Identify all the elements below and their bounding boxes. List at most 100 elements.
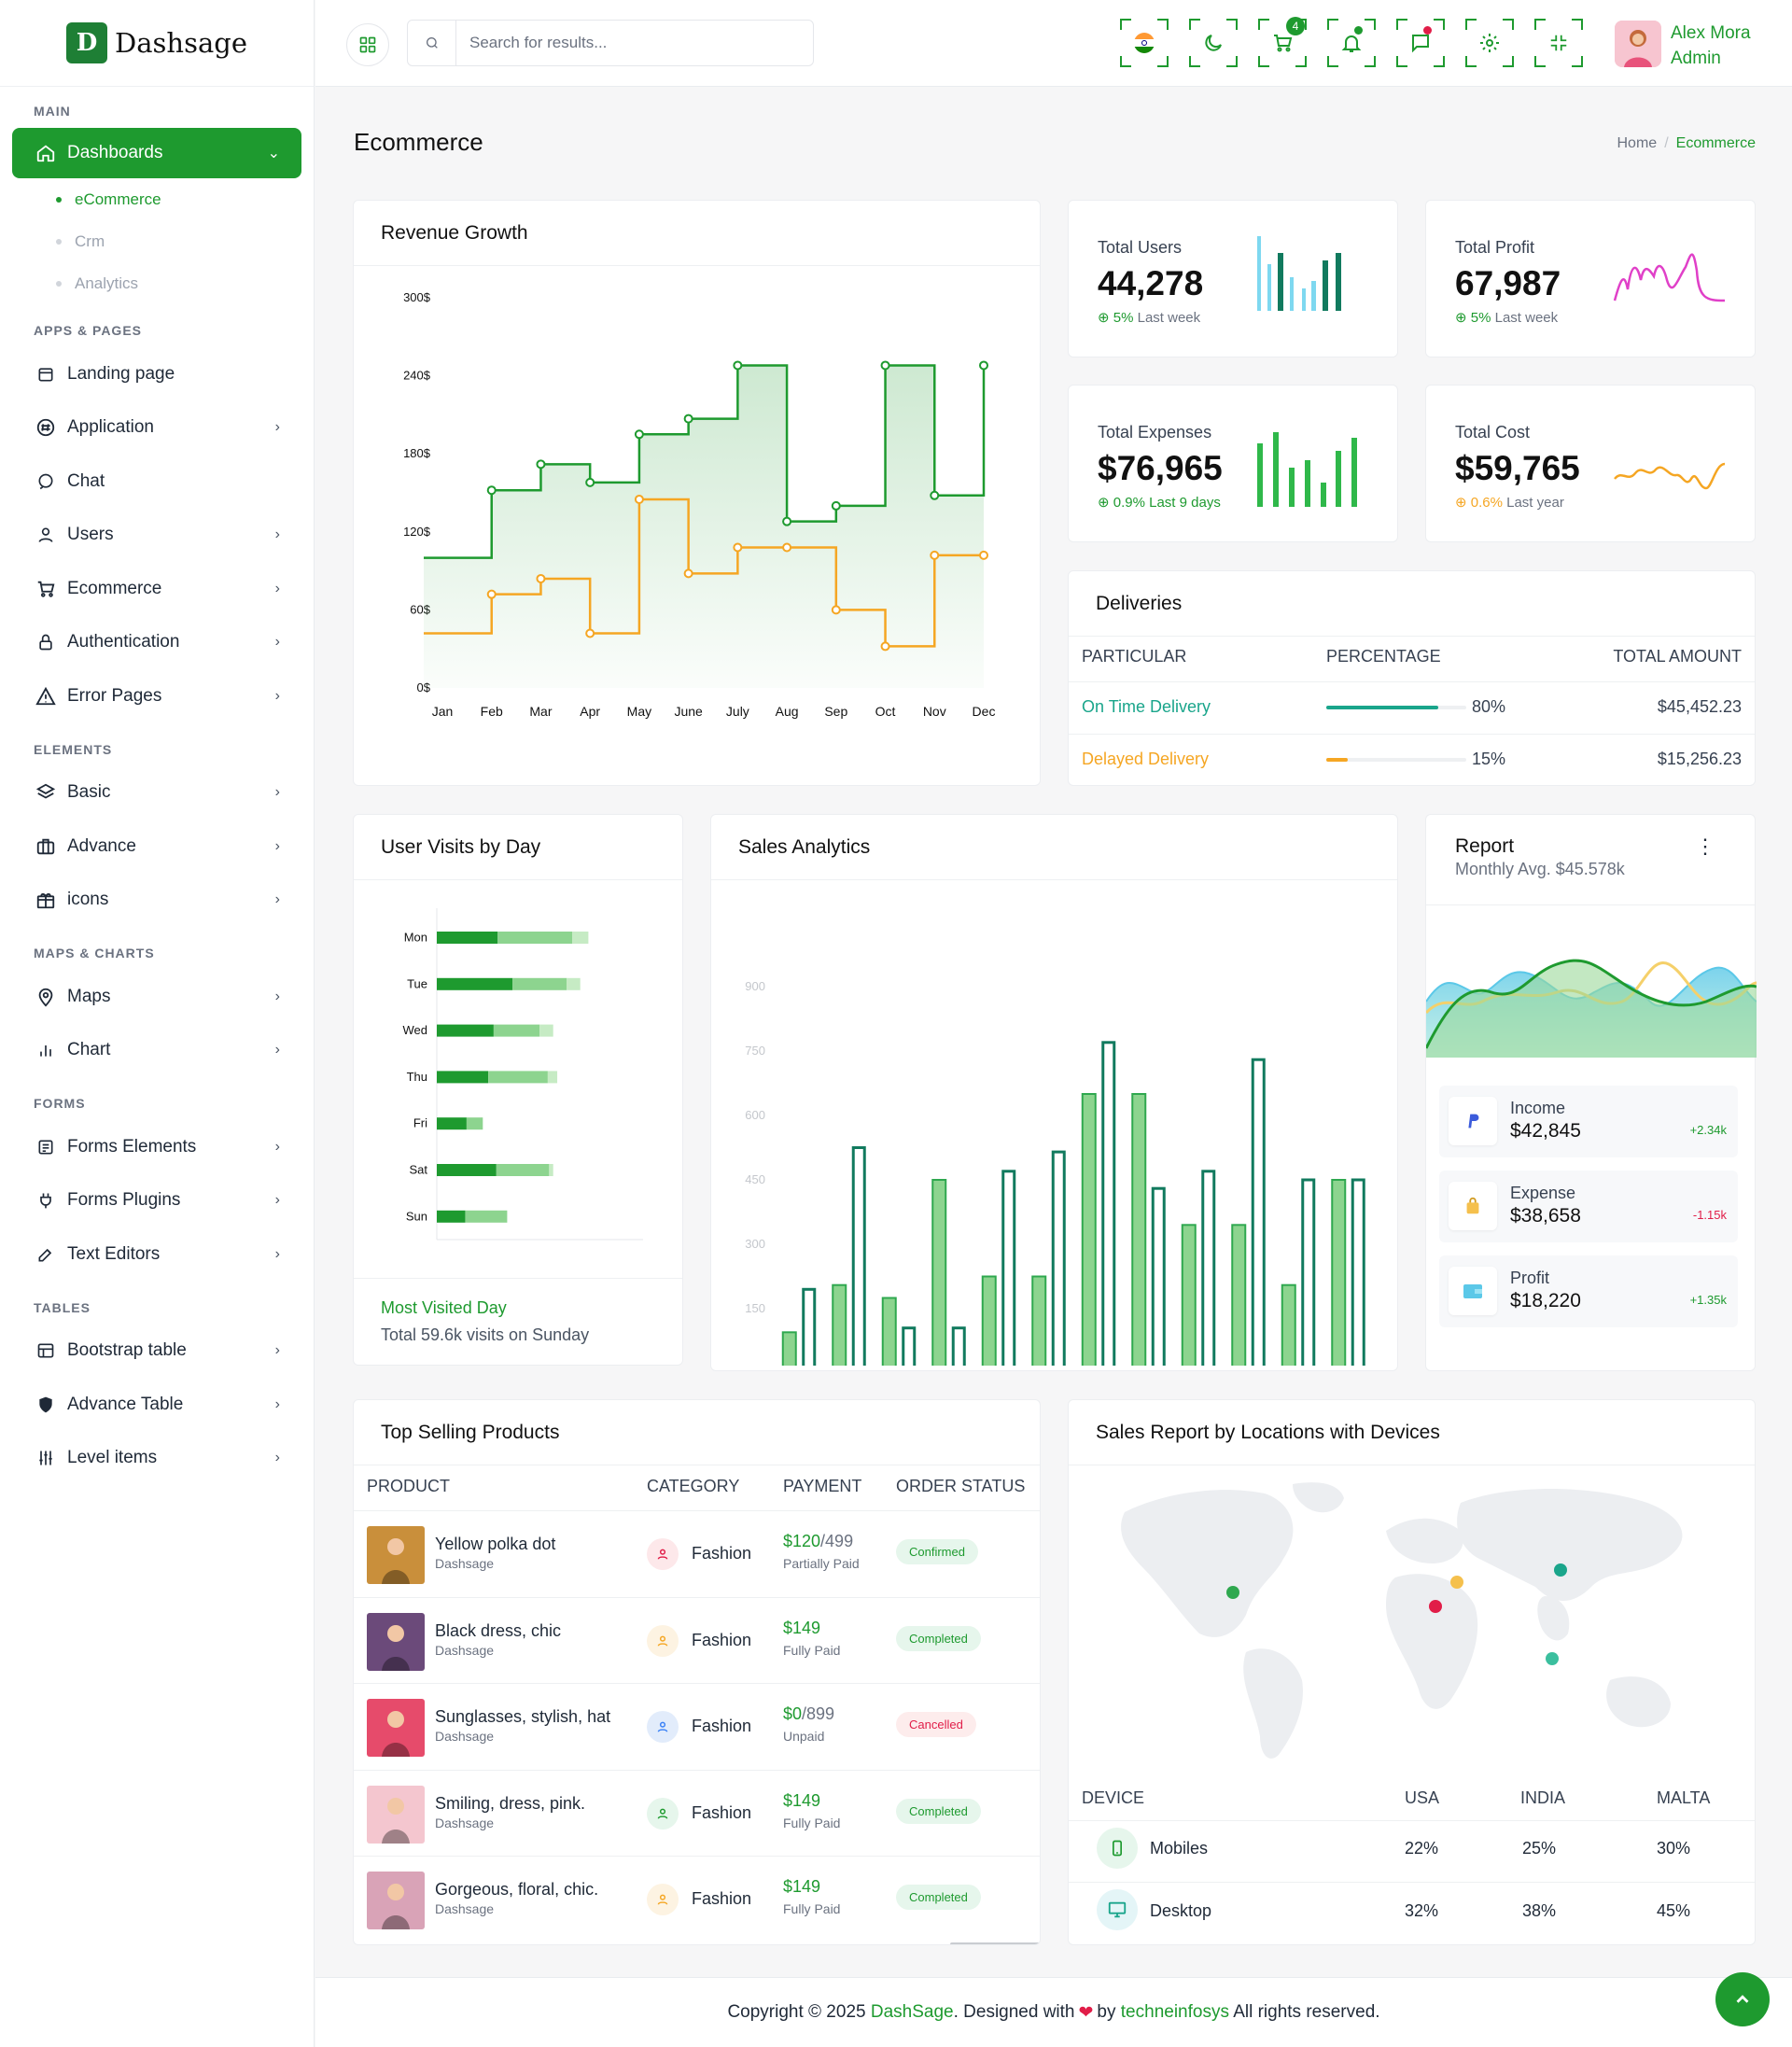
moon-icon: [1205, 35, 1222, 51]
chevron-right-icon: ›: [274, 891, 280, 908]
sidebar-item-users[interactable]: Users ›: [0, 509, 314, 563]
sales-bar: [1331, 1179, 1347, 1374]
sidebar-sub-analytics[interactable]: Analytics: [0, 262, 314, 304]
sidebar-item-advance[interactable]: Advance ›: [0, 820, 314, 874]
sidebar-item-chart[interactable]: Chart ›: [0, 1024, 314, 1078]
avatar[interactable]: [1615, 21, 1661, 67]
sidebar-sub-crm[interactable]: Crm: [0, 220, 314, 262]
sidebar-sub-label: Analytics: [75, 273, 139, 292]
world-map[interactable]: [1106, 1475, 1713, 1774]
malta-value: 30%: [1657, 1839, 1691, 1858]
fullscreen-button[interactable]: [1534, 19, 1583, 67]
table-row[interactable]: Yellow polka dot Dashsage Fashion $120/4…: [354, 1510, 1040, 1596]
cart-count-badge: 4: [1286, 17, 1305, 35]
visits-bar: [572, 932, 589, 944]
settings-button[interactable]: [1465, 19, 1514, 67]
col-header-product: PRODUCT: [367, 1477, 450, 1495]
logo-text: Dashsage: [115, 27, 247, 59]
sidebar-item-label: Maps: [67, 986, 111, 1006]
grid-menu-button[interactable]: [346, 23, 389, 66]
x-tick-label: Mar: [529, 704, 552, 719]
sidebar-item-level-items[interactable]: Level items ›: [0, 1432, 314, 1486]
sales-bar: [902, 1326, 917, 1375]
y-tick-label: 300: [745, 1237, 765, 1251]
sales-bar: [931, 1179, 947, 1374]
report-item-value: $18,220: [1510, 1290, 1581, 1311]
chevron-right-icon: ›: [274, 687, 280, 704]
sidebar-item-label: Authentication: [67, 632, 180, 652]
cart-button[interactable]: 4: [1258, 17, 1307, 67]
day-label: Sun: [406, 1209, 427, 1223]
visits-bar: [497, 932, 572, 944]
delivery-name: On Time Delivery: [1082, 697, 1211, 716]
sidebar-item-basic[interactable]: Basic ›: [0, 766, 314, 820]
visits-bar: [437, 932, 498, 944]
sidebar-item-maps[interactable]: Maps ›: [0, 970, 314, 1024]
y-tick-label: 180$: [403, 446, 431, 460]
visits-bar: [466, 1117, 483, 1130]
product-name[interactable]: Black dress, chic: [435, 1621, 561, 1641]
footer-brand-link[interactable]: DashSage: [871, 2002, 954, 2023]
theme-toggle-button[interactable]: [1189, 19, 1238, 67]
table-row[interactable]: Sunglasses, stylish, hat Dashsage Fashio…: [354, 1683, 1040, 1769]
report-card: Report Monthly Avg. $45.578k ⋮ Income $4…: [1425, 814, 1757, 1371]
notifications-button[interactable]: [1327, 19, 1376, 67]
product-name[interactable]: Gorgeous, floral, chic.: [435, 1880, 598, 1900]
sidebar-item-icons[interactable]: icons ›: [0, 874, 314, 928]
day-label: Thu: [407, 1070, 427, 1084]
product-thumbnail: [367, 1872, 425, 1930]
data-point: [831, 605, 841, 615]
x-tick-label: Nov: [923, 704, 946, 719]
sidebar-item-text-editors[interactable]: Text Editors ›: [0, 1227, 314, 1282]
x-tick-label: Sep: [824, 704, 847, 719]
sidebar-item-dashboards[interactable]: Dashboards ⌄: [12, 128, 301, 178]
table-row[interactable]: Black dress, chic Dashsage Fashion $149 …: [354, 1596, 1040, 1683]
scroll-to-top-button[interactable]: [1715, 1972, 1770, 2026]
category-icon: [647, 1884, 679, 1916]
sidebar-item-forms-plugins[interactable]: Forms Plugins ›: [0, 1174, 314, 1228]
sidebar-sub-ecommerce[interactable]: eCommerce: [0, 178, 314, 220]
sidebar-item-bootstrap-table[interactable]: Bootstrap table ›: [0, 1325, 314, 1379]
visits-bar: [567, 977, 581, 990]
messages-button[interactable]: [1396, 19, 1445, 67]
brand-logo[interactable]: D Dashsage: [0, 0, 314, 87]
language-button[interactable]: [1120, 19, 1169, 67]
sidebar-item-landing[interactable]: Landing page: [0, 347, 314, 401]
day-label: Tue: [407, 976, 427, 990]
sidebar-item-label: Advance: [67, 835, 136, 856]
stat-label: Total Expenses: [1098, 423, 1212, 442]
horizontal-scrollbar[interactable]: [950, 1942, 1040, 1944]
table-row[interactable]: Smiling, dress, pink. Dashsage Fashion $…: [354, 1769, 1040, 1856]
lock-icon: [34, 630, 58, 654]
x-tick-label: June: [674, 704, 703, 719]
visits-bar: [437, 1210, 466, 1223]
product-name[interactable]: Smiling, dress, pink.: [435, 1794, 585, 1814]
sales-bar: [1231, 1224, 1247, 1374]
warning-icon: [34, 684, 58, 708]
device-name: Desktop: [1150, 1901, 1212, 1920]
product-category: Fashion: [692, 1630, 752, 1649]
product-name[interactable]: Sunglasses, stylish, hat: [435, 1707, 610, 1727]
sidebar-item-authentication[interactable]: Authentication ›: [0, 616, 314, 670]
product-category: Fashion: [692, 1889, 752, 1909]
sidebar-item-label: Chat: [67, 470, 105, 491]
x-tick-label: Dec: [973, 704, 996, 719]
sidebar-item-advance-table[interactable]: Advance Table ›: [0, 1378, 314, 1432]
more-vertical-icon[interactable]: ⋮: [1695, 836, 1715, 857]
sidebar-item-error-pages[interactable]: Error Pages ›: [0, 669, 314, 723]
breadcrumb-home[interactable]: Home: [1617, 135, 1658, 151]
user-info[interactable]: Alex Mora Admin: [1671, 21, 1751, 71]
sidebar-item-ecommerce[interactable]: Ecommerce ›: [0, 562, 314, 616]
product-name[interactable]: Yellow polka dot: [435, 1535, 555, 1554]
search-box[interactable]: Search for results...: [407, 20, 814, 66]
sales-bar: [802, 1287, 817, 1375]
sidebar-item-chat[interactable]: Chat: [0, 455, 314, 509]
home-icon: [34, 141, 58, 165]
table-row[interactable]: Gorgeous, floral, chic. Dashsage Fashion…: [354, 1856, 1040, 1942]
search-input[interactable]: Search for results...: [456, 34, 607, 52]
sidebar-item-application[interactable]: Application ›: [0, 401, 314, 456]
sidebar-item-forms-elements[interactable]: Forms Elements ›: [0, 1120, 314, 1174]
footer-author-link[interactable]: techneinfosys: [1121, 2002, 1229, 2023]
product-brand: Dashsage: [435, 1556, 495, 1571]
day-label: Sat: [409, 1163, 427, 1177]
